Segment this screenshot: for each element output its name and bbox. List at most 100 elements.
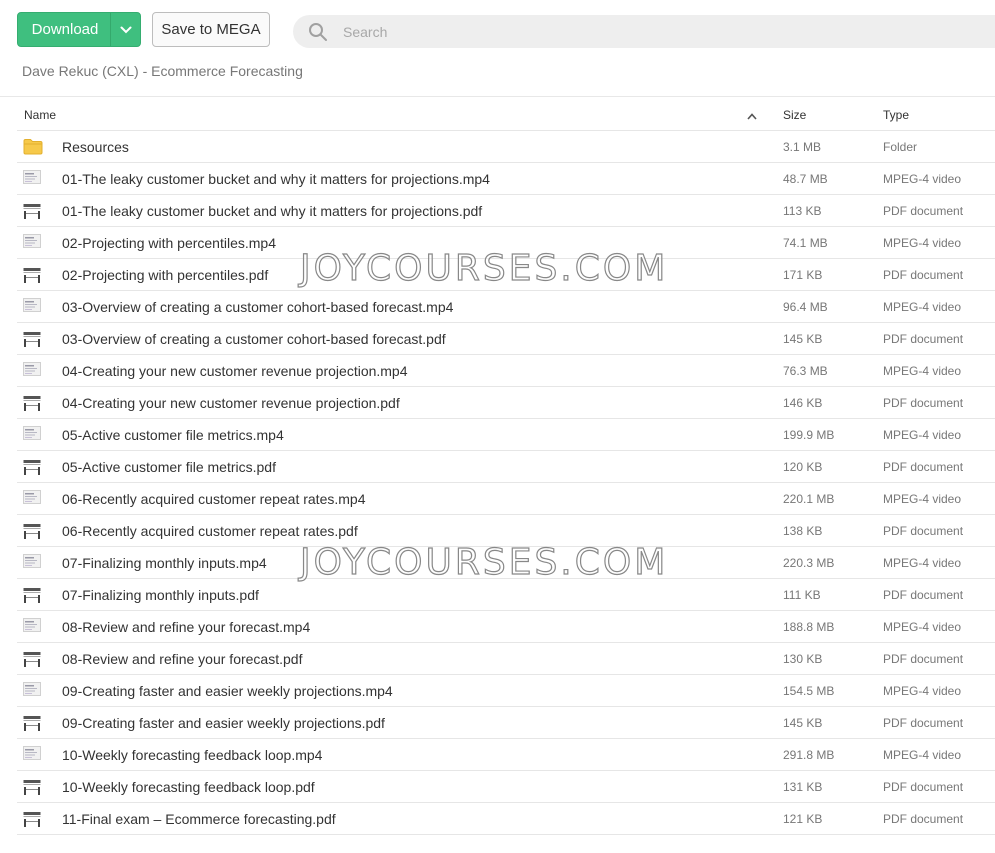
- save-to-mega-button[interactable]: Save to MEGA: [152, 12, 270, 47]
- file-row[interactable]: 06-Recently acquired customer repeat rat…: [17, 483, 995, 515]
- column-header-name[interactable]: Name: [24, 108, 56, 122]
- file-name[interactable]: 06-Recently acquired customer repeat rat…: [62, 523, 358, 539]
- file-name[interactable]: 10-Weekly forecasting feedback loop.pdf: [62, 779, 315, 795]
- pdf-thumbnail-icon: [23, 266, 45, 284]
- file-type: PDF document: [883, 396, 964, 410]
- file-type: MPEG-4 video: [883, 684, 962, 698]
- file-row[interactable]: 11-Final exam – Ecommerce forecasting.pd…: [17, 803, 995, 835]
- file-name[interactable]: 07-Finalizing monthly inputs.mp4: [62, 555, 267, 571]
- file-name[interactable]: 08-Review and refine your forecast.mp4: [62, 619, 310, 635]
- search-bar[interactable]: [293, 15, 995, 48]
- file-name[interactable]: 04-Creating your new customer revenue pr…: [62, 395, 400, 411]
- video-thumbnail-icon: [23, 362, 45, 380]
- divider: [0, 96, 995, 97]
- video-thumbnail-icon: [23, 746, 45, 764]
- sort-ascending-icon[interactable]: [747, 109, 757, 123]
- file-size: 199.9 MB: [783, 428, 835, 442]
- file-row[interactable]: Resources 3.1 MB Folder: [17, 131, 995, 163]
- file-size: 145 KB: [783, 716, 823, 730]
- file-type: PDF document: [883, 716, 964, 730]
- file-list: Resources 3.1 MB Folder 01-The leaky custom…: [17, 131, 995, 835]
- file-name[interactable]: 02-Projecting with percentiles.mp4: [62, 235, 276, 251]
- file-name[interactable]: 09-Creating faster and easier weekly pro…: [62, 715, 385, 731]
- file-row[interactable]: 10-Weekly forecasting feedback loop.pdf 1…: [17, 771, 995, 803]
- file-size: 111 KB: [783, 588, 821, 602]
- pdf-thumbnail-icon: [23, 458, 45, 476]
- file-name[interactable]: 01-The leaky customer bucket and why it …: [62, 203, 482, 219]
- file-table: Name Size Type Resources 3.1 MB Folder 01-T…: [17, 98, 995, 835]
- file-type: MPEG-4 video: [883, 172, 962, 186]
- pdf-thumbnail-icon: [23, 650, 45, 668]
- file-name[interactable]: 04-Creating your new customer revenue pr…: [62, 363, 408, 379]
- pdf-thumbnail-icon: [23, 586, 45, 604]
- download-button[interactable]: Download: [17, 12, 141, 47]
- file-row[interactable]: 09-Creating faster and easier weekly pro…: [17, 707, 995, 739]
- file-type: MPEG-4 video: [883, 300, 962, 314]
- file-name[interactable]: 07-Finalizing monthly inputs.pdf: [62, 587, 259, 603]
- column-header-type[interactable]: Type: [883, 108, 909, 122]
- file-name[interactable]: 05-Active customer file metrics.pdf: [62, 459, 276, 475]
- file-size: 96.4 MB: [783, 300, 828, 314]
- file-row[interactable]: 07-Finalizing monthly inputs.pdf 111 KB PD…: [17, 579, 995, 611]
- pdf-thumbnail-icon: [23, 778, 45, 796]
- file-size: 113 KB: [783, 204, 822, 218]
- file-size: 131 KB: [783, 780, 823, 794]
- file-name[interactable]: Resources: [62, 139, 129, 155]
- folder-icon: [23, 138, 45, 156]
- file-size: 74.1 MB: [783, 236, 828, 250]
- video-thumbnail-icon: [23, 682, 45, 700]
- file-name[interactable]: 03-Overview of creating a customer cohor…: [62, 299, 453, 315]
- file-row[interactable]: 04-Creating your new customer revenue pr…: [17, 355, 995, 387]
- file-row[interactable]: 10-Weekly forecasting feedback loop.mp4 2…: [17, 739, 995, 771]
- pdf-thumbnail-icon: [23, 714, 45, 732]
- column-header-size[interactable]: Size: [783, 108, 806, 122]
- file-row[interactable]: 04-Creating your new customer revenue pr…: [17, 387, 995, 419]
- file-type: MPEG-4 video: [883, 556, 962, 570]
- file-row[interactable]: 03-Overview of creating a customer cohor…: [17, 323, 995, 355]
- video-thumbnail-icon: [23, 170, 45, 188]
- watermark-text: JOYCOURSES.COM: [299, 541, 669, 583]
- file-row[interactable]: 01-The leaky customer bucket and why it …: [17, 163, 995, 195]
- file-type: PDF document: [883, 524, 964, 538]
- search-input[interactable]: [341, 22, 845, 41]
- file-row[interactable]: 01-The leaky customer bucket and why it …: [17, 195, 995, 227]
- file-size: 145 KB: [783, 332, 823, 346]
- file-name[interactable]: 10-Weekly forecasting feedback loop.mp4: [62, 747, 322, 763]
- file-type: MPEG-4 video: [883, 364, 962, 378]
- pdf-thumbnail-icon: [23, 202, 45, 220]
- file-size: 121 KB: [783, 812, 823, 826]
- file-name[interactable]: 11-Final exam – Ecommerce forecasting.pd…: [62, 811, 336, 827]
- video-thumbnail-icon: [23, 426, 45, 444]
- file-name[interactable]: 03-Overview of creating a customer cohor…: [62, 331, 446, 347]
- file-size: 146 KB: [783, 396, 823, 410]
- file-type: PDF document: [883, 780, 964, 794]
- breadcrumb[interactable]: Dave Rekuc (CXL) - Ecommerce Forecasting: [22, 63, 303, 79]
- video-thumbnail-icon: [23, 234, 45, 252]
- file-size: 188.8 MB: [783, 620, 835, 634]
- file-name[interactable]: 08-Review and refine your forecast.pdf: [62, 651, 302, 667]
- video-thumbnail-icon: [23, 298, 45, 316]
- file-type: PDF document: [883, 812, 964, 826]
- file-size: 48.7 MB: [783, 172, 828, 186]
- file-size: 220.1 MB: [783, 492, 835, 506]
- file-name[interactable]: 01-The leaky customer bucket and why it …: [62, 171, 490, 187]
- file-name[interactable]: 09-Creating faster and easier weekly pro…: [62, 683, 393, 699]
- file-row[interactable]: 05-Active customer file metrics.mp4 199.9…: [17, 419, 995, 451]
- file-name[interactable]: 05-Active customer file metrics.mp4: [62, 427, 284, 443]
- file-row[interactable]: 08-Review and refine your forecast.pdf 13…: [17, 643, 995, 675]
- file-name[interactable]: 06-Recently acquired customer repeat rat…: [62, 491, 365, 507]
- toolbar: Download Save to MEGA: [0, 0, 995, 60]
- watermark-text: JOYCOURSES.COM: [299, 247, 669, 289]
- file-row[interactable]: 05-Active customer file metrics.pdf 120 K…: [17, 451, 995, 483]
- file-type: PDF document: [883, 588, 964, 602]
- file-name[interactable]: 02-Projecting with percentiles.pdf: [62, 267, 268, 283]
- file-row[interactable]: 03-Overview of creating a customer cohor…: [17, 291, 995, 323]
- table-header: Name Size Type: [17, 98, 995, 131]
- file-row[interactable]: 09-Creating faster and easier weekly pro…: [17, 675, 995, 707]
- chevron-down-icon[interactable]: [111, 26, 140, 34]
- file-row[interactable]: 08-Review and refine your forecast.mp4 18…: [17, 611, 995, 643]
- video-thumbnail-icon: [23, 618, 45, 636]
- file-size: 120 KB: [783, 460, 823, 474]
- file-size: 76.3 MB: [783, 364, 828, 378]
- file-type: MPEG-4 video: [883, 428, 962, 442]
